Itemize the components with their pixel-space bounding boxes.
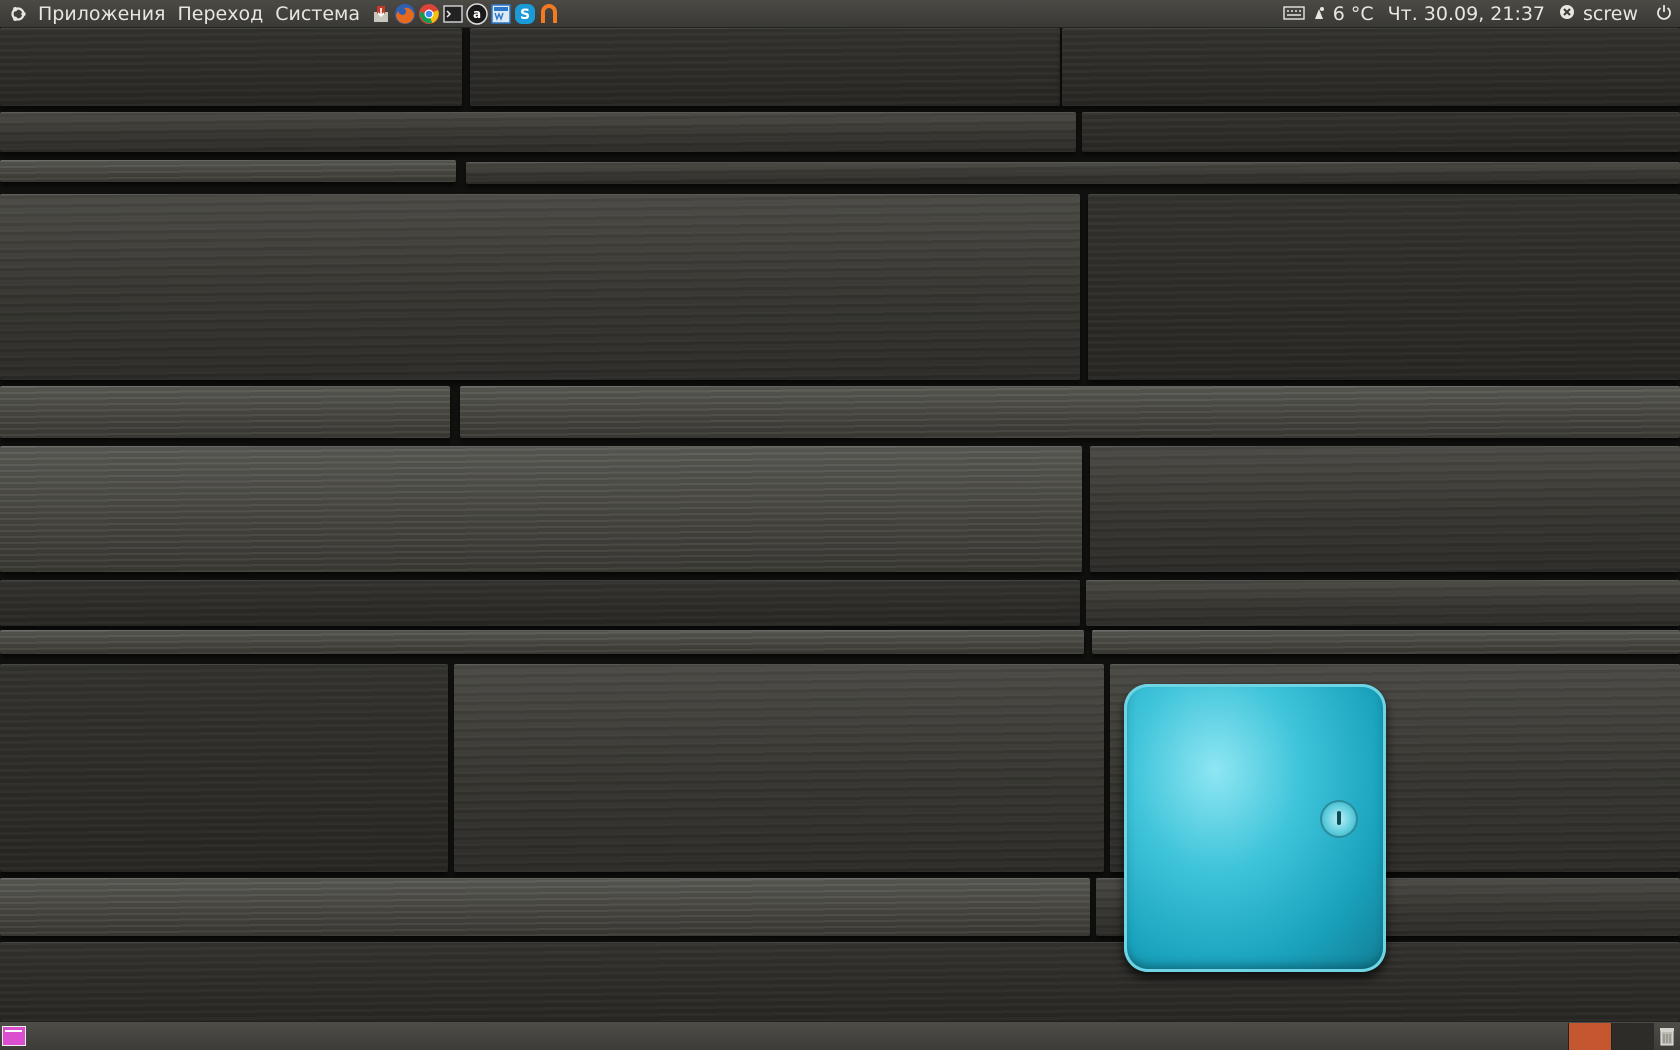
- wood-plank: [0, 194, 1080, 380]
- workspace-switcher: [1568, 1022, 1680, 1050]
- status-offline-icon[interactable]: [1559, 3, 1575, 25]
- power-icon[interactable]: [1656, 3, 1672, 25]
- wood-plank: [1086, 580, 1680, 626]
- ubuntu-one-icon[interactable]: [538, 3, 560, 25]
- wood-plank: [1062, 28, 1680, 106]
- svg-text:a: a: [473, 7, 481, 21]
- weather-temperature[interactable]: 6 °C: [1333, 0, 1374, 28]
- ubuntu-logo-icon[interactable]: [4, 0, 32, 28]
- firefox-icon[interactable]: [394, 3, 416, 25]
- keyhole-icon: [1322, 802, 1356, 836]
- svg-text:S: S: [520, 7, 530, 23]
- menu-places[interactable]: Переход: [171, 0, 269, 28]
- menu-system[interactable]: Система: [269, 0, 366, 28]
- wood-plank: [0, 160, 456, 182]
- menu-applications[interactable]: Приложения: [32, 0, 171, 28]
- aimp-icon[interactable]: a: [466, 2, 488, 25]
- wood-plank: [0, 112, 1076, 152]
- workspace-1[interactable]: [1568, 1022, 1611, 1050]
- wood-plank: [1088, 194, 1680, 380]
- user-name[interactable]: screw: [1583, 0, 1638, 28]
- wood-plank: [454, 664, 1104, 872]
- install-icon[interactable]: [370, 3, 392, 25]
- top-panel: Приложения Переход Система a S 6 °C Чт. …: [0, 0, 1680, 28]
- wood-plank: [466, 162, 1680, 184]
- writer-icon[interactable]: [490, 3, 512, 25]
- wood-plank: [0, 664, 448, 872]
- chrome-icon[interactable]: [418, 3, 440, 25]
- bottom-panel: [0, 1021, 1680, 1050]
- wood-plank: [1092, 630, 1680, 654]
- system-tray: 6 °C Чт. 30.09, 21:37 screw: [1283, 0, 1680, 28]
- wood-plank: [0, 630, 1084, 654]
- wood-plank: [0, 446, 1082, 572]
- terminal-icon[interactable]: [442, 3, 464, 25]
- desktop-wallpaper[interactable]: [0, 28, 1680, 1021]
- wood-plank: [460, 386, 1680, 438]
- workspace-2[interactable]: [1611, 1022, 1654, 1050]
- wood-plank: [0, 942, 1680, 1021]
- weather-icon[interactable]: [1313, 3, 1325, 25]
- launchers: a S: [370, 2, 560, 25]
- clock[interactable]: Чт. 30.09, 21:37: [1388, 0, 1545, 28]
- cyan-metal-box: [1124, 684, 1386, 972]
- wood-plank: [0, 878, 1090, 936]
- show-desktop-icon[interactable]: [2, 1026, 26, 1046]
- wood-plank: [0, 28, 462, 106]
- wood-plank: [1082, 112, 1680, 152]
- keyboard-icon[interactable]: [1283, 3, 1305, 25]
- skype-icon[interactable]: S: [514, 3, 536, 25]
- wood-plank: [470, 28, 1060, 106]
- wood-plank: [0, 580, 1080, 626]
- wood-plank: [0, 386, 450, 438]
- wood-plank: [1090, 446, 1680, 572]
- trash-icon[interactable]: [1654, 1023, 1680, 1050]
